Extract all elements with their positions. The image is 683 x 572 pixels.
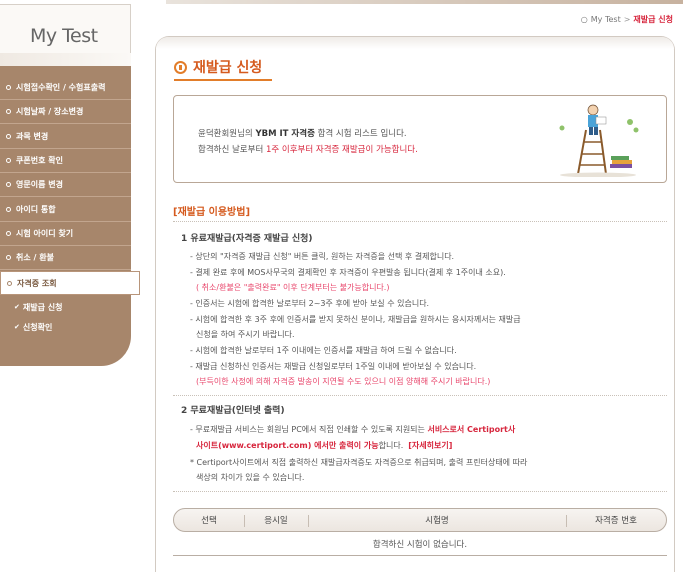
info-text: 합격 시험 리스트 입니다.	[314, 129, 407, 139]
breadcrumb: ○ My Test > 재발급 신청	[581, 14, 673, 25]
breadcrumb-root[interactable]: My Test	[591, 15, 621, 24]
main-panel: 재발급 신청 윤덕환회원님의 YBM IT 자격증 합격 시험 리스트 입니다.…	[155, 36, 675, 572]
free-line-3: * Certiport사이트에서 직접 출력하신 재발급자격증도 자격증으로 취…	[190, 458, 528, 467]
divider	[173, 221, 667, 222]
sidebar-item-label: 영문이름 변경	[16, 180, 63, 189]
sidebar-subitem-label: 신청확인	[22, 322, 53, 332]
page-title-text: 재발급 신청	[193, 60, 263, 76]
guide-title: [재발급 이용방법]	[173, 207, 251, 218]
sidebar-item-english-name[interactable]: 영문이름 변경	[0, 173, 131, 197]
panel-header-shade	[156, 37, 674, 49]
detail-link[interactable]: [자세히보기]	[408, 441, 452, 450]
table-empty-message: 합격하신 시험이 없습니다.	[372, 540, 468, 550]
sidebar-menu: 시험접수확인 / 수험표출력 시험날짜 / 장소변경 과목 변경 쿠폰번호 확인…	[0, 66, 140, 366]
bullet-icon	[6, 207, 11, 212]
top-bar	[166, 0, 683, 4]
paid-reissue-heading: 1 유료재발급(자격증 재발급 신청)	[181, 234, 313, 244]
sidebar-item-label: 아이디 통합	[16, 205, 56, 214]
sidebar-item-label: 시험날짜 / 장소변경	[16, 107, 84, 116]
title-underline	[174, 79, 272, 81]
free-highlight: 사이트(www.certiport.com) 에서만 출력이 가능	[196, 441, 379, 450]
paid-line: - 재발급 신청하신 인증서는 재발급 신청일로부터 1주일 이내에 받아보실 …	[190, 362, 477, 371]
bullet-icon	[6, 182, 11, 187]
sidebar-item-subject-change[interactable]: 과목 변경	[0, 125, 131, 149]
free-line-4: 색상의 차이가 있을 수 있습니다.	[196, 473, 305, 482]
paid-line: - 시험에 합격한 후 3주 후에 인증서를 받지 못하신 분이나, 재발급을 …	[190, 315, 521, 324]
sidebar-item-certificate[interactable]: 자격증 조회	[0, 271, 140, 295]
free-reissue-heading: 2 무료재발급(인터넷 출력)	[181, 406, 285, 416]
bullet-icon	[6, 231, 11, 236]
logo-text: My Test	[30, 25, 98, 47]
sidebar-item-id-merge[interactable]: 아이디 통합	[0, 198, 131, 222]
check-icon: ✔	[14, 323, 20, 331]
logo-box: My Test	[0, 4, 131, 67]
info-line-2: 합격하신 날로부터 1주 이후부터 자격증 재발급이 가능합니다.	[198, 143, 418, 155]
student-illustration	[559, 104, 639, 177]
bullet-icon	[6, 255, 11, 260]
column-header-cert-no: 자격증 번호	[566, 509, 666, 531]
paid-line: - 시험에 합격한 날로부터 1주 이내에는 인증서를 재발급 하여 드릴 수 …	[190, 346, 457, 355]
bullet-icon	[7, 280, 12, 286]
table-header: 선택 응시일 시험명 자격증 번호	[173, 508, 667, 532]
sidebar: My Test 시험접수확인 / 수험표출력 시험날짜 / 장소변경 과목 변경…	[0, 0, 140, 572]
free-highlight: 서비스로서 Certiport사	[427, 425, 516, 434]
info-text: 회원님의	[221, 129, 256, 139]
column-header-date: 응시일	[244, 509, 308, 531]
info-box: 윤덕환회원님의 YBM IT 자격증 합격 시험 리스트 입니다. 합격하신 날…	[173, 95, 667, 183]
paid-delay-note: (부득이한 사정에 의해 자격증 발송이 지연될 수도 있으니 이점 양해해 주…	[196, 377, 491, 386]
sidebar-item-date-change[interactable]: 시험날짜 / 장소변경	[0, 100, 131, 124]
table-bottom-rule	[173, 555, 667, 556]
sidebar-item-coupon[interactable]: 쿠폰번호 확인	[0, 149, 131, 173]
breadcrumb-current: 재발급 신청	[633, 15, 673, 24]
column-header-select: 선택	[201, 516, 217, 526]
paid-line: - 상단의 "자격증 재발급 신청" 버튼 클릭, 원하는 자격증을 선택 후 …	[190, 252, 455, 261]
paid-line: 신청을 하여 주시기 바랍니다.	[196, 330, 295, 339]
paid-cancel-note: ( 취소/환불은 "출력완료" 이후 단계부터는 불가능합니다.)	[196, 283, 390, 292]
bullet-icon	[6, 85, 11, 90]
sidebar-subitem-confirm[interactable]: ✔ 신청확인	[14, 318, 52, 336]
logo-decoration	[0, 53, 131, 67]
ybm-label: YBM IT 자격증	[255, 129, 315, 139]
reissue-highlight: 1주 이후부터 자격증 재발급이 가능합니다.	[265, 145, 418, 155]
free-line-2: 사이트(www.certiport.com) 에서만 출력이 가능합니다. [자세…	[196, 440, 452, 451]
sidebar-item-label: 쿠폰번호 확인	[16, 156, 63, 165]
sidebar-item-label: 과목 변경	[16, 132, 49, 141]
bullet-icon	[6, 158, 11, 163]
sidebar-item-label: 자격증 조회	[17, 278, 57, 288]
page-title: 재발급 신청	[174, 57, 262, 77]
bullet-icon	[6, 134, 11, 139]
paid-line: - 결제 완료 후에 MOS사무국의 결제확인 후 자격증이 우편발송 됩니다(…	[190, 268, 506, 277]
free-text: 합니다.	[378, 441, 404, 450]
check-icon: ✔	[14, 303, 20, 311]
user-name: 윤덕환	[198, 129, 222, 139]
sidebar-item-label: 취소 / 환불	[16, 253, 54, 262]
paid-line: - 인증서는 시험에 합격한 날로부터 2~3주 후에 받아 보실 수 있습니다…	[190, 299, 430, 308]
info-text: 합격하신 날로부터	[198, 145, 266, 155]
sidebar-subitem-label: 재발급 신청	[22, 302, 63, 312]
sidebar-item-exam-confirm[interactable]: 시험접수확인 / 수험표출력	[0, 76, 131, 100]
info-circle-icon	[174, 60, 187, 74]
sidebar-subitem-reissue[interactable]: ✔ 재발급 신청	[14, 298, 62, 316]
sidebar-item-refund[interactable]: 취소 / 환불	[0, 246, 131, 270]
sidebar-item-find-id[interactable]: 시험 아이디 찾기	[0, 222, 131, 246]
info-line-1: 윤덕환회원님의 YBM IT 자격증 합격 시험 리스트 입니다.	[198, 127, 407, 139]
sidebar-item-label: 시험 아이디 찾기	[16, 229, 74, 238]
divider	[173, 491, 667, 492]
free-line-1: - 무료재발급 서비스는 회원님 PC에서 직접 인쇄할 수 있도록 지원되는 …	[190, 424, 515, 435]
bullet-icon	[6, 109, 11, 114]
column-header-exam: 시험명	[308, 509, 566, 531]
divider	[173, 395, 667, 396]
free-text: - 무료재발급 서비스는 회원님 PC에서 직접 인쇄할 수 있도록 지원되는	[190, 425, 428, 434]
breadcrumb-separator: >	[623, 15, 631, 24]
sidebar-item-label: 시험접수확인 / 수험표출력	[16, 83, 106, 92]
bullet-icon: ○	[580, 15, 588, 24]
